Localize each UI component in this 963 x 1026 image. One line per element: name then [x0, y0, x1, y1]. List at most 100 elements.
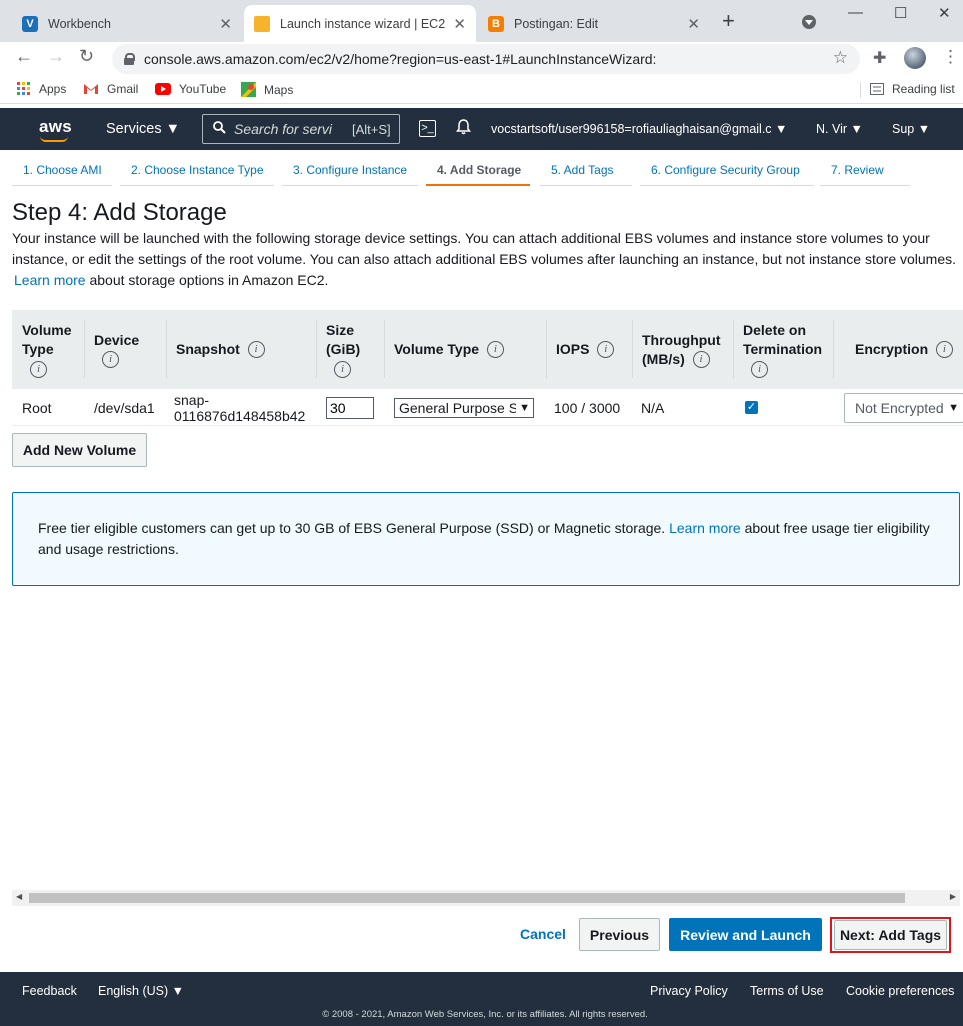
cloudshell-icon[interactable]: >_ — [419, 120, 436, 137]
scroll-left-arrow-icon[interactable]: ◀ — [16, 892, 22, 901]
info-icon[interactable]: i — [30, 360, 47, 378]
extensions-puzzle-icon[interactable]: ✚ — [873, 48, 886, 68]
terms-of-use-link[interactable]: Terms of Use — [750, 984, 824, 998]
services-menu-button[interactable]: Services ▼ — [106, 121, 180, 137]
add-new-volume-button[interactable]: Add New Volume — [12, 433, 147, 467]
tab-workbench[interactable]: V Workbench ✕ — [12, 5, 242, 42]
encryption-value: Not Encrypted — [855, 399, 944, 416]
profile-avatar[interactable] — [904, 47, 926, 69]
aws-search-box[interactable]: [Alt+S] — [202, 114, 400, 144]
col-delete-on-termination: Delete on Termination i — [733, 310, 833, 389]
bookmark-gmail[interactable]: Gmail — [83, 82, 138, 96]
volume-type-select[interactable]: General Purpose SSD (gp2) ▼ — [394, 397, 534, 418]
free-tier-learn-more-link[interactable]: Learn more — [669, 520, 741, 536]
info-icon[interactable]: i — [102, 351, 119, 369]
scrollbar-thumb[interactable] — [29, 893, 905, 903]
bookmark-label: Gmail — [107, 82, 139, 96]
close-tab-icon[interactable]: ✕ — [687, 15, 700, 33]
feedback-link[interactable]: Feedback — [22, 984, 77, 998]
tab-title: Workbench — [48, 16, 111, 31]
col-volume-type: Volume Type i — [12, 310, 84, 389]
aws-logo-text: aws — [39, 117, 73, 136]
info-icon[interactable]: i — [597, 341, 615, 358]
bookmark-star-icon[interactable]: ☆ — [833, 48, 848, 68]
ec2-cube-icon — [254, 15, 270, 32]
previous-button[interactable]: Previous — [579, 918, 660, 951]
header-text: Delete on — [743, 322, 807, 338]
info-icon[interactable]: i — [935, 341, 953, 358]
cell-encryption: Not Encrypted ▼ — [834, 389, 963, 426]
account-menu[interactable]: vocstartsoft/user996158=rofiauliaghaisan… — [491, 122, 787, 136]
volume-type-value: General Purpose SSD (gp2) — [399, 399, 516, 416]
learn-more-link[interactable]: Learn more — [14, 272, 86, 288]
step-add-tags[interactable]: 5. Add Tags — [540, 156, 632, 186]
cookie-preferences-link[interactable]: Cookie preferences — [846, 984, 954, 998]
tab-postingan-edit[interactable]: B Postingan: Edit ✕ — [478, 5, 710, 42]
cancel-button[interactable]: Cancel — [520, 926, 566, 942]
info-icon[interactable]: i — [486, 341, 504, 358]
review-and-launch-button[interactable]: Review and Launch — [669, 918, 822, 951]
info-icon[interactable]: i — [334, 360, 351, 378]
header-text: Throughput — [642, 331, 721, 348]
size-input[interactable] — [326, 396, 374, 419]
window-close-icon[interactable]: ✕ — [938, 4, 951, 22]
encryption-select[interactable]: Not Encrypted ▼ — [844, 392, 963, 423]
tab-search-icon[interactable] — [802, 15, 816, 29]
step-choose-ami[interactable]: 1. Choose AMI — [12, 156, 112, 186]
minimize-icon[interactable]: — — [848, 4, 863, 21]
header-text: IOPS — [556, 341, 590, 357]
step-review[interactable]: 7. Review — [820, 156, 910, 186]
new-tab-plus-icon[interactable]: + — [722, 10, 735, 32]
bookmark-maps[interactable]: Maps — [241, 82, 293, 97]
search-shortcut-hint: [Alt+S] — [352, 121, 391, 137]
info-box-text: Free tier eligible customers can get up … — [38, 520, 666, 536]
forward-arrow-icon[interactable]: → — [47, 46, 65, 67]
step-configure-security-group[interactable]: 6. Configure Security Group — [640, 156, 814, 186]
close-tab-icon[interactable]: ✕ — [219, 15, 232, 33]
header-text: Volume — [22, 322, 72, 338]
horizontal-scrollbar[interactable]: ◀ ▶ — [12, 890, 960, 906]
maximize-icon[interactable]: ☐ — [894, 4, 907, 22]
address-bar[interactable]: console.aws.amazon.com/ec2/v2/home?regio… — [112, 44, 860, 74]
browser-menu-icon[interactable]: ⋮ — [942, 47, 959, 67]
notifications-bell-icon[interactable] — [456, 119, 471, 139]
col-encryption: Encryption i — [833, 310, 963, 389]
header-text: Termination — [743, 341, 823, 357]
step-configure-instance[interactable]: 3. Configure Instance — [282, 156, 418, 186]
privacy-policy-link[interactable]: Privacy Policy — [650, 984, 728, 998]
aws-logo[interactable]: aws — [39, 117, 73, 142]
bookmark-youtube[interactable]: YouTube — [155, 82, 226, 96]
learn-more-suffix: about storage options in Amazon EC2. — [89, 272, 329, 288]
caret-down-icon: ▼ — [948, 401, 959, 414]
cell-volume-type-select: General Purpose SSD (gp2) ▼ — [384, 389, 534, 426]
header-text: (GiB) — [326, 341, 361, 357]
info-icon[interactable]: i — [692, 351, 710, 369]
reload-icon[interactable]: ↻ — [79, 46, 94, 67]
tab-launch-instance-wizard[interactable]: Launch instance wizard | EC2 Ma ✕ — [244, 5, 476, 42]
step-choose-instance-type[interactable]: 2. Choose Instance Type — [120, 156, 274, 186]
aws-search-input[interactable] — [234, 121, 344, 137]
next-add-tags-button[interactable]: Next: Add Tags — [834, 920, 947, 950]
support-menu[interactable]: Sup ▼ — [892, 122, 930, 136]
youtube-icon — [155, 83, 171, 95]
table-header-row: Volume Type i Device i Snapshot i Size (GiB)… — [12, 310, 963, 389]
free-tier-info-box: Free tier eligible customers can get up … — [12, 492, 960, 586]
delete-on-termination-checkbox[interactable]: ✓ — [745, 401, 758, 414]
back-arrow-icon[interactable]: ← — [15, 46, 33, 67]
cell-volume-type: Root — [22, 399, 52, 416]
info-icon[interactable]: i — [247, 341, 265, 358]
language-selector[interactable]: English (US) ▼ — [98, 984, 184, 998]
page-title: Step 4: Add Storage — [12, 199, 227, 226]
col-size: Size (GiB) i — [316, 310, 384, 389]
table-row: Root /dev/sda1 snap-0116876d148458b42 Ge… — [12, 389, 963, 426]
cell-throughput: N/A — [641, 399, 665, 416]
bookmarks-divider — [860, 82, 861, 98]
region-selector[interactable]: N. Vir ▼ — [816, 122, 863, 136]
close-tab-icon[interactable]: ✕ — [453, 15, 466, 33]
scroll-right-arrow-icon[interactable]: ▶ — [950, 892, 956, 901]
bookmark-apps[interactable]: Apps — [17, 82, 66, 96]
description-text: Your instance will be launched with the … — [12, 230, 957, 267]
reading-list[interactable]: Reading list — [870, 82, 955, 96]
info-icon[interactable]: i — [751, 360, 768, 378]
step-add-storage[interactable]: 4. Add Storage — [426, 156, 530, 186]
